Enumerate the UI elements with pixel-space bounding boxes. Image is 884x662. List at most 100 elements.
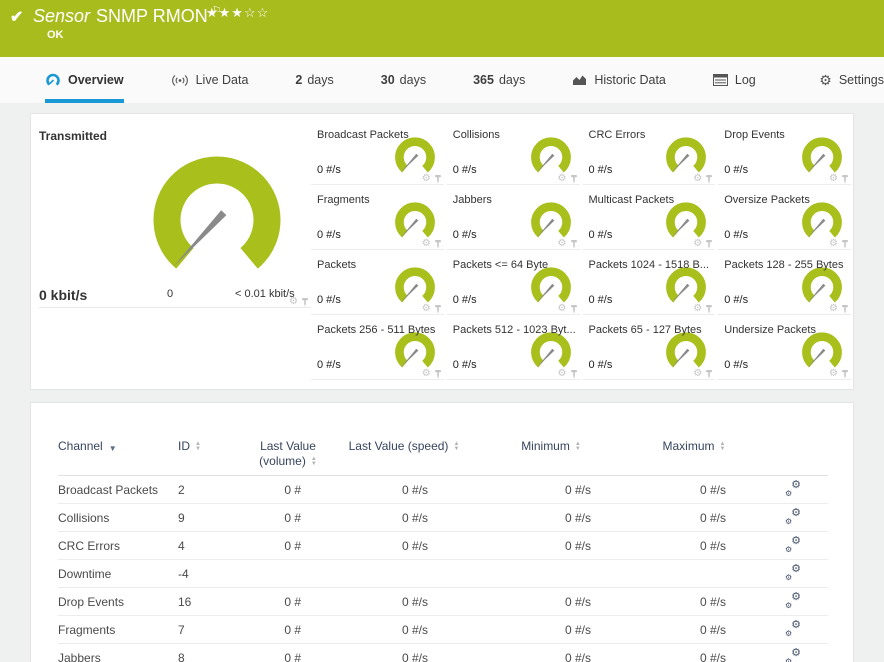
tab-30-days-label: days <box>399 73 427 87</box>
cell-id: 16 <box>178 587 240 616</box>
gear-icon[interactable]: ⚙ <box>829 174 838 184</box>
pin-icon[interactable] <box>570 304 578 314</box>
column-header-maximum[interactable]: Maximum ▲ ▼ <box>630 403 758 476</box>
column-header-id[interactable]: ID ▲ ▼ <box>178 403 240 476</box>
mini-gauge-cell[interactable]: Drop Events 0 #/s ⚙ <box>718 120 851 185</box>
pin-icon[interactable] <box>301 297 309 307</box>
tab-settings[interactable]: ⚙ Settings <box>819 57 884 103</box>
pin-icon[interactable] <box>570 369 578 379</box>
channel-settings-gears-icon[interactable]: ⚙ ⚙ <box>785 507 801 526</box>
channel-settings-gears-icon[interactable]: ⚙ ⚙ <box>785 647 801 662</box>
gear-icon[interactable]: ⚙ <box>693 304 702 314</box>
mini-gauge-cell[interactable]: Packets 65 - 127 Bytes 0 #/s ⚙ <box>582 315 716 380</box>
column-header-minimum-label: Minimum <box>521 439 570 453</box>
table-row: Downtime -4 ⚙ ⚙ <box>58 559 828 588</box>
sort-icon: ▲ ▼ <box>453 440 460 452</box>
channel-settings-gears-icon[interactable]: ⚙ ⚙ <box>785 535 801 554</box>
tab-live-data-label: Live Data <box>195 73 249 87</box>
mini-gauge-cell[interactable]: Broadcast Packets 0 #/s ⚙ <box>311 120 444 185</box>
tab-365-days-number: 365 <box>473 73 494 87</box>
cell-channel: Collisions <box>58 503 178 532</box>
stars-filled[interactable]: ★★★ <box>206 5 244 20</box>
stars-empty[interactable]: ☆☆ <box>244 5 269 20</box>
mini-gauge-cell[interactable]: Jabbers 0 #/s ⚙ <box>446 185 580 250</box>
primary-channel-gauge-cell[interactable]: Transmitted 0 < 0.01 kbit/s 0 kbit/s ⚙ <box>39 120 311 308</box>
gear-icon[interactable]: ⚙ <box>829 369 838 379</box>
gear-icon[interactable]: ⚙ <box>693 239 702 249</box>
sensor-kind-label: Sensor <box>33 6 91 26</box>
gear-icon[interactable]: ⚙ <box>558 369 567 379</box>
tab-historic-data-label: Historic Data <box>594 73 666 87</box>
cell-channel: Fragments <box>58 615 178 644</box>
gear-icon[interactable]: ⚙ <box>693 174 702 184</box>
pin-icon[interactable] <box>705 239 713 249</box>
pin-icon[interactable] <box>570 239 578 249</box>
gauges-panel: Transmitted 0 < 0.01 kbit/s 0 kbit/s ⚙ B… <box>30 113 854 390</box>
gear-icon[interactable]: ⚙ <box>558 174 567 184</box>
pin-icon[interactable] <box>434 239 442 249</box>
pin-icon[interactable] <box>841 369 849 379</box>
pin-icon[interactable] <box>841 239 849 249</box>
priority-stars[interactable]: ★★★☆☆ <box>206 5 269 21</box>
mini-gauge-cell[interactable]: Packets 1024 - 1518 B... 0 #/s ⚙ <box>582 250 716 315</box>
gear-icon[interactable]: ⚙ <box>558 304 567 314</box>
pin-icon[interactable] <box>434 174 442 184</box>
tab-log[interactable]: Log <box>712 57 756 103</box>
column-header-last-value-speed[interactable]: Last Value (speed) ▲ ▼ <box>336 403 472 476</box>
gear-icon[interactable]: ⚙ <box>558 239 567 249</box>
mini-gauge-cell[interactable]: Oversize Packets 0 #/s ⚙ <box>718 185 851 250</box>
mini-gauge-cell[interactable]: Multicast Packets 0 #/s ⚙ <box>582 185 716 250</box>
cell-maximum: 0 #/s <box>630 475 758 504</box>
cell-last-value-speed: 0 #/s <box>336 503 472 532</box>
gear-icon[interactable]: ⚙ <box>693 369 702 379</box>
mini-gauge-cell[interactable]: Packets <= 64 Byte 0 #/s ⚙ <box>446 250 580 315</box>
channel-settings-gears-icon[interactable]: ⚙ ⚙ <box>785 479 801 498</box>
tab-30-days[interactable]: 30 days <box>381 57 426 103</box>
channel-gauge <box>389 263 441 308</box>
gear-icon[interactable]: ⚙ <box>422 304 431 314</box>
sensor-name: SNMP RMON <box>96 6 208 26</box>
tab-live-data[interactable]: Live Data <box>171 57 249 103</box>
pin-icon[interactable] <box>841 174 849 184</box>
pin-icon[interactable] <box>434 369 442 379</box>
gear-icon[interactable]: ⚙ <box>829 239 838 249</box>
pin-icon[interactable] <box>705 174 713 184</box>
mini-gauge-cell[interactable]: Packets 512 - 1023 Byt... 0 #/s ⚙ <box>446 315 580 380</box>
cell-maximum: 0 #/s <box>630 615 758 644</box>
pin-icon[interactable] <box>705 304 713 314</box>
cell-id: 2 <box>178 475 240 504</box>
channel-value: 0 #/s <box>317 294 341 306</box>
pin-icon[interactable] <box>570 174 578 184</box>
gear-icon[interactable]: ⚙ <box>289 297 298 307</box>
column-header-last-value-volume[interactable]: Last Value (volume) ▲ ▼ <box>240 403 336 476</box>
mini-gauge-cell[interactable]: Packets 0 #/s ⚙ <box>311 250 444 315</box>
table-row: Broadcast Packets 2 0 # 0 #/s 0 #/s 0 #/… <box>58 475 828 504</box>
gear-icon[interactable]: ⚙ <box>422 369 431 379</box>
mini-gauge-cell[interactable]: CRC Errors 0 #/s ⚙ <box>582 120 716 185</box>
mini-gauge-cell[interactable]: Packets 128 - 255 Bytes 0 #/s ⚙ <box>718 250 851 315</box>
gear-icon[interactable]: ⚙ <box>829 304 838 314</box>
channel-title: Packets <= 64 Byte <box>452 259 549 271</box>
column-header-channel[interactable]: Channel ▼ <box>58 403 178 476</box>
tab-historic-data[interactable]: Historic Data <box>572 57 666 103</box>
pin-icon[interactable] <box>841 304 849 314</box>
mini-gauge-cell[interactable]: Packets 256 - 511 Bytes 0 #/s ⚙ <box>311 315 444 380</box>
channel-value: 0 #/s <box>452 294 477 306</box>
channel-settings-gears-icon[interactable]: ⚙ ⚙ <box>785 563 801 582</box>
mini-gauge-cell[interactable]: Fragments 0 #/s ⚙ <box>311 185 444 250</box>
tab-365-days[interactable]: 365 days <box>473 57 525 103</box>
status-ok-check-icon: ✔ <box>10 9 24 26</box>
column-header-minimum[interactable]: Minimum ▲ ▼ <box>472 403 630 476</box>
mini-gauge-cell[interactable]: Collisions 0 #/s ⚙ <box>446 120 580 185</box>
gear-icon[interactable]: ⚙ <box>422 174 431 184</box>
gear-icon[interactable]: ⚙ <box>422 239 431 249</box>
channel-settings-gears-icon[interactable]: ⚙ ⚙ <box>785 619 801 638</box>
mini-gauge-cell[interactable]: Undersize Packets 0 #/s ⚙ <box>718 315 851 380</box>
pin-icon[interactable] <box>434 304 442 314</box>
tab-2-days[interactable]: 2 days <box>295 57 333 103</box>
table-row: Jabbers 8 0 # 0 #/s 0 #/s 0 #/s ⚙ ⚙ <box>58 643 828 662</box>
channel-settings-gears-icon[interactable]: ⚙ ⚙ <box>785 591 801 610</box>
tab-overview[interactable]: Overview <box>45 57 124 103</box>
page-title: Sensor SNMP RMON ⚐ <box>33 4 222 27</box>
pin-icon[interactable] <box>705 369 713 379</box>
